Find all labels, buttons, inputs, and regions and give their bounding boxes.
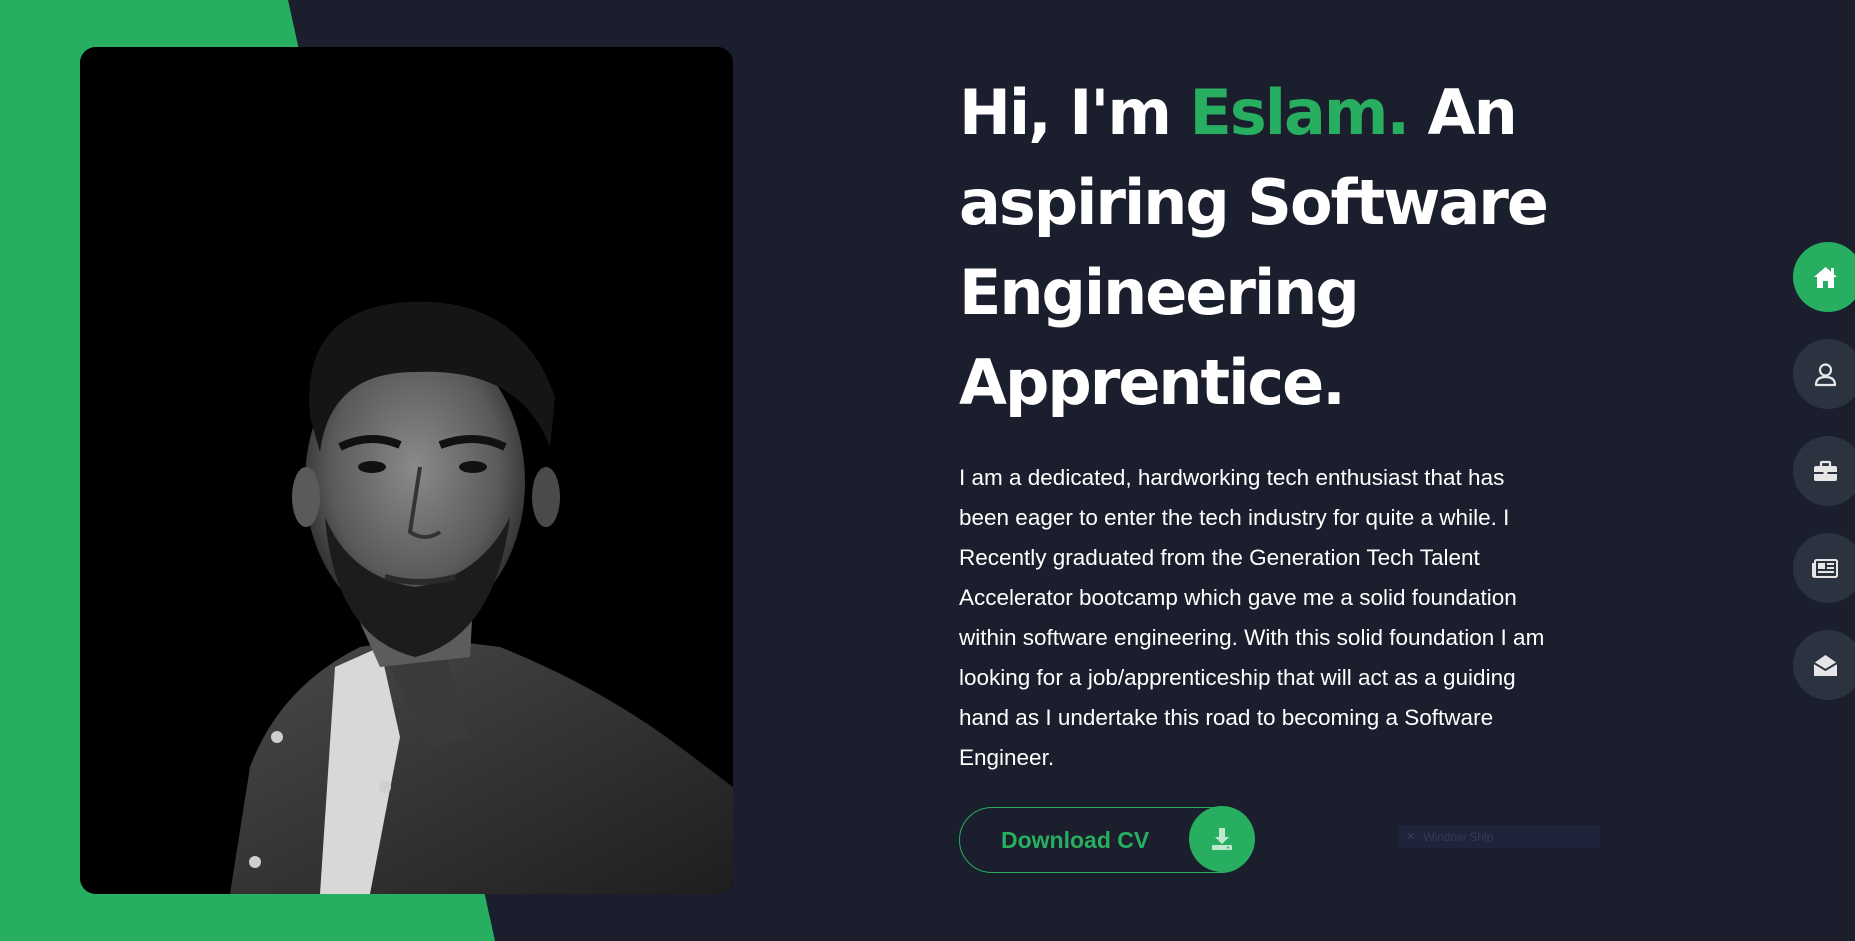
profile-photo <box>80 47 733 894</box>
hero-name: Eslam. <box>1189 76 1411 149</box>
home-icon <box>1814 266 1837 288</box>
hero-heading: Hi, I'm Eslam. An aspiring Software Engi… <box>959 68 1579 428</box>
nav-contact-button[interactable] <box>1793 630 1855 700</box>
faded-widget-text: Window Ship <box>1423 829 1494 844</box>
bio-paragraph: I am a dedicated, hardworking tech enthu… <box>959 465 1545 770</box>
nav-portfolio-button[interactable] <box>1793 436 1855 506</box>
briefcase-icon <box>1814 460 1837 481</box>
download-cv-label: Download CV <box>1001 826 1150 853</box>
newspaper-icon <box>1812 558 1838 578</box>
download-icon <box>1189 806 1255 872</box>
close-icon: ✕ <box>1406 830 1416 843</box>
user-icon <box>1814 362 1837 386</box>
hero-greeting: Hi, I'm <box>959 76 1190 149</box>
envelope-open-icon <box>1813 654 1838 676</box>
nav-blog-button[interactable] <box>1793 533 1855 603</box>
download-cv-button[interactable]: Download CV <box>959 806 1255 873</box>
nav-about-button[interactable] <box>1793 339 1855 409</box>
nav-home-button[interactable] <box>1793 242 1855 312</box>
faded-widget: ✕ Window Ship <box>1398 825 1600 848</box>
